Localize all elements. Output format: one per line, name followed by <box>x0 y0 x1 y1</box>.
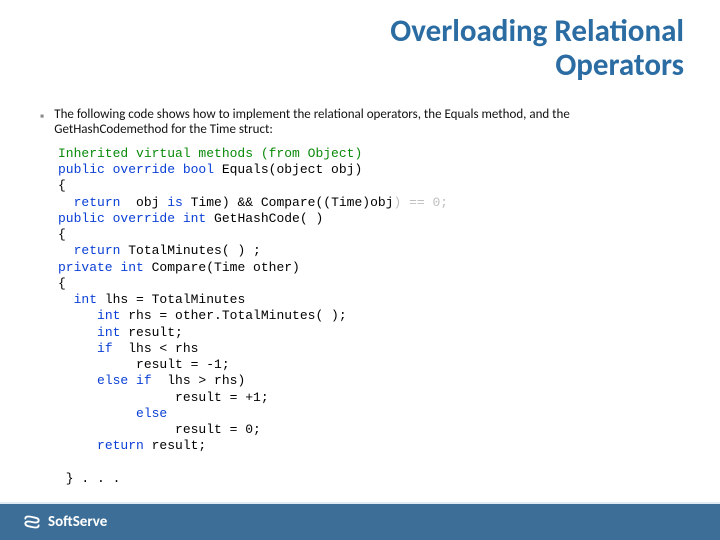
code-block: Inherited virtual methods (from Object) … <box>58 146 678 487</box>
code-comment: Inherited virtual methods (from Object) <box>58 146 362 161</box>
brand-logo: SoftServe <box>22 512 107 532</box>
footer-bar: SoftServe <box>0 504 720 540</box>
slide-title: Overloading Relational Operators <box>390 14 684 82</box>
title-line-2: Operators <box>555 46 684 84</box>
intro-text: The following code shows how to implemen… <box>54 108 678 138</box>
brand-name: SoftServe <box>48 513 107 531</box>
slide-body: ▪ The following code shows how to implem… <box>58 108 678 487</box>
bullet-icon: ▪ <box>40 110 44 124</box>
softserve-icon <box>22 512 42 532</box>
title-line-1: Overloading Relational <box>390 12 684 50</box>
